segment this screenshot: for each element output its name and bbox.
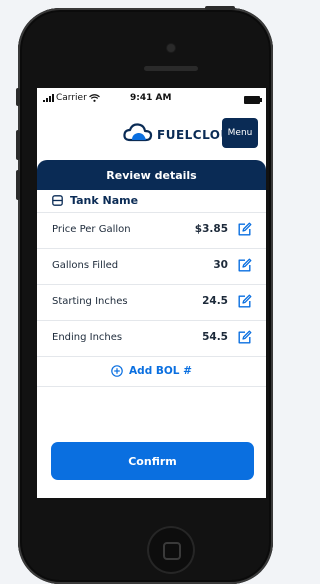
confirm-button[interactable]: Confirm [51, 442, 254, 480]
power-button [205, 6, 235, 10]
field-label: Price Per Gallon [52, 224, 131, 235]
camera-icon [167, 44, 175, 52]
field-value: $3.85 [194, 223, 228, 235]
field-value: 54.5 [202, 331, 228, 343]
add-bol-label: Add BOL # [129, 365, 192, 377]
field-label: Starting Inches [52, 296, 128, 307]
field-label: Gallons Filled [52, 260, 119, 271]
volume-down-button [16, 170, 20, 200]
field-value: 24.5 [202, 295, 228, 307]
edit-icon[interactable] [237, 258, 252, 273]
signal-icon [43, 94, 54, 102]
volume-up-button [16, 130, 20, 160]
app-header: FUELCLOUD Menu [37, 112, 266, 156]
tank-name-label: Tank Name [70, 194, 139, 207]
panel-title: Review details [37, 160, 266, 190]
wifi-icon [88, 94, 100, 102]
menu-button[interactable]: Menu [222, 118, 258, 148]
mute-switch [16, 88, 20, 106]
tank-icon [52, 195, 63, 206]
tank-name-row: Tank Name [37, 190, 266, 213]
cloud-logo-icon [123, 123, 153, 142]
home-button-icon[interactable] [147, 526, 195, 574]
field-row-gallons: Gallons Filled 30 [37, 248, 266, 285]
edit-icon[interactable] [237, 294, 252, 309]
add-circle-icon [111, 365, 123, 377]
battery-icon [244, 96, 262, 104]
edit-icon[interactable] [237, 222, 252, 237]
edit-icon[interactable] [237, 330, 252, 345]
field-row-price: Price Per Gallon $3.85 [37, 212, 266, 249]
add-bol-button[interactable]: Add BOL # [37, 356, 266, 387]
field-row-starting-inches: Starting Inches 24.5 [37, 284, 266, 321]
field-value: 30 [213, 259, 228, 271]
app-screen: Carrier 9:41 AM FUELCLOUD Menu Review de… [37, 88, 266, 498]
carrier-label: Carrier [56, 93, 87, 103]
speaker-grille [144, 66, 198, 71]
field-row-ending-inches: Ending Inches 54.5 [37, 320, 266, 357]
field-label: Ending Inches [52, 332, 123, 343]
status-bar: Carrier 9:41 AM [37, 88, 266, 108]
status-time: 9:41 AM [130, 93, 172, 103]
